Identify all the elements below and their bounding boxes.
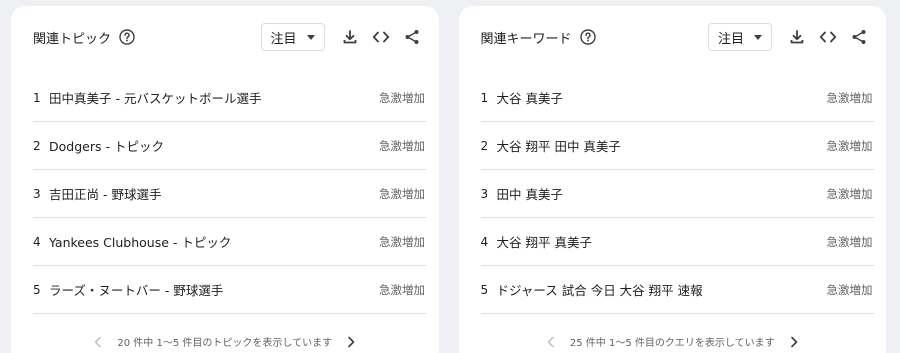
list-item[interactable]: 5 ドジャース 試合 今日 大谷 翔平 速報 急激増加 bbox=[480, 266, 874, 314]
help-circle-icon[interactable] bbox=[579, 29, 596, 45]
topics-list: 1 田中真美子 - 元バスケットボール選手 急激増加 2 Dodgers - ト… bbox=[11, 74, 439, 314]
sort-select-label: 注目 bbox=[718, 31, 745, 47]
list-item[interactable]: 3 田中 真美子 急激増加 bbox=[480, 170, 874, 218]
rank: 3 bbox=[33, 186, 41, 201]
pagination: 25 件中 1〜5 件目のクエリを表示しています bbox=[459, 334, 887, 349]
item-value: 急激増加 bbox=[826, 90, 873, 105]
list-item[interactable]: 1 大谷 真美子 急激増加 bbox=[480, 74, 874, 122]
item-name: 大谷 翔平 田中 真美子 bbox=[496, 139, 621, 154]
list-item[interactable]: 1 田中真美子 - 元バスケットボール選手 急激増加 bbox=[33, 74, 426, 122]
sort-select[interactable]: 注目 bbox=[708, 23, 772, 51]
card-header: 関連キーワード 注目 bbox=[459, 6, 887, 68]
share-icon[interactable] bbox=[401, 26, 423, 48]
sort-select[interactable]: 注目 bbox=[260, 23, 325, 51]
queries-list: 1 大谷 真美子 急激増加 2 大谷 翔平 田中 真美子 急激増加 3 田中 真… bbox=[459, 74, 887, 314]
list-item[interactable]: 5 ラーズ・ヌートバー - 野球選手 急激増加 bbox=[33, 266, 426, 314]
item-value: 急激増加 bbox=[379, 186, 425, 201]
pagination-text: 25 件中 1〜5 件目のクエリを表示しています bbox=[569, 338, 775, 349]
chevron-left-icon[interactable] bbox=[544, 335, 558, 349]
pagination-text: 20 件中 1〜5 件目のトピックを表示しています bbox=[117, 338, 333, 349]
rank: 1 bbox=[480, 90, 489, 105]
item-name: 大谷 翔平 真美子 bbox=[496, 235, 592, 250]
rank: 1 bbox=[33, 90, 41, 105]
related-panels: 関連トピック 注目 1 田中真美子 - 元バスケットボール選手 急激増加 2 D… bbox=[0, 0, 900, 353]
chevron-left-icon[interactable] bbox=[91, 335, 105, 349]
rank: 2 bbox=[33, 138, 41, 153]
code-embed-icon[interactable] bbox=[817, 26, 839, 48]
caret-down-icon bbox=[754, 34, 762, 40]
item-name: 田中真美子 - 元バスケットボール選手 bbox=[49, 91, 262, 106]
card-header: 関連トピック 注目 bbox=[11, 6, 439, 68]
card-title: 関連トピック bbox=[33, 31, 112, 47]
rank: 4 bbox=[33, 234, 41, 249]
rank: 5 bbox=[33, 282, 41, 297]
list-item[interactable]: 2 大谷 翔平 田中 真美子 急激増加 bbox=[480, 122, 874, 170]
download-icon[interactable] bbox=[339, 26, 361, 48]
rank: 5 bbox=[480, 282, 489, 297]
share-icon[interactable] bbox=[848, 26, 870, 48]
sort-select-label: 注目 bbox=[270, 31, 297, 47]
related-topics-card: 関連トピック 注目 1 田中真美子 - 元バスケットボール選手 急激増加 2 D… bbox=[11, 6, 439, 353]
card-title: 関連キーワード bbox=[480, 31, 572, 47]
item-value: 急激増加 bbox=[379, 138, 425, 153]
list-item[interactable]: 4 Yankees Clubhouse - トピック 急激増加 bbox=[33, 218, 426, 266]
chevron-right-icon[interactable] bbox=[787, 335, 801, 349]
item-name: 吉田正尚 - 野球選手 bbox=[49, 187, 162, 202]
item-value: 急激増加 bbox=[826, 186, 873, 201]
list-item[interactable]: 4 大谷 翔平 真美子 急激増加 bbox=[480, 218, 874, 266]
item-value: 急激増加 bbox=[379, 90, 425, 105]
item-name: 田中 真美子 bbox=[496, 187, 563, 202]
rank: 2 bbox=[480, 138, 489, 153]
code-embed-icon[interactable] bbox=[370, 26, 392, 48]
caret-down-icon bbox=[306, 34, 315, 40]
item-value: 急激増加 bbox=[826, 138, 873, 153]
item-name: 大谷 真美子 bbox=[496, 91, 563, 106]
item-name: Yankees Clubhouse - トピック bbox=[49, 235, 232, 250]
help-circle-icon[interactable] bbox=[119, 29, 135, 45]
item-name: Dodgers - トピック bbox=[49, 139, 164, 154]
item-value: 急激増加 bbox=[379, 282, 425, 297]
item-name: ドジャース 試合 今日 大谷 翔平 速報 bbox=[496, 283, 703, 298]
rank: 4 bbox=[480, 234, 489, 249]
related-queries-card: 関連キーワード 注目 1 大谷 真美子 急激増加 2 大谷 翔平 田中 真美子 … bbox=[458, 6, 887, 353]
item-value: 急激増加 bbox=[826, 282, 873, 297]
item-name: ラーズ・ヌートバー - 野球選手 bbox=[49, 283, 224, 298]
list-item[interactable]: 3 吉田正尚 - 野球選手 急激増加 bbox=[33, 170, 426, 218]
item-value: 急激増加 bbox=[826, 234, 873, 249]
rank: 3 bbox=[480, 186, 489, 201]
download-icon[interactable] bbox=[786, 26, 808, 48]
chevron-right-icon[interactable] bbox=[344, 335, 358, 349]
item-value: 急激増加 bbox=[379, 234, 425, 249]
list-item[interactable]: 2 Dodgers - トピック 急激増加 bbox=[33, 122, 426, 170]
pagination: 20 件中 1〜5 件目のトピックを表示しています bbox=[11, 334, 439, 349]
